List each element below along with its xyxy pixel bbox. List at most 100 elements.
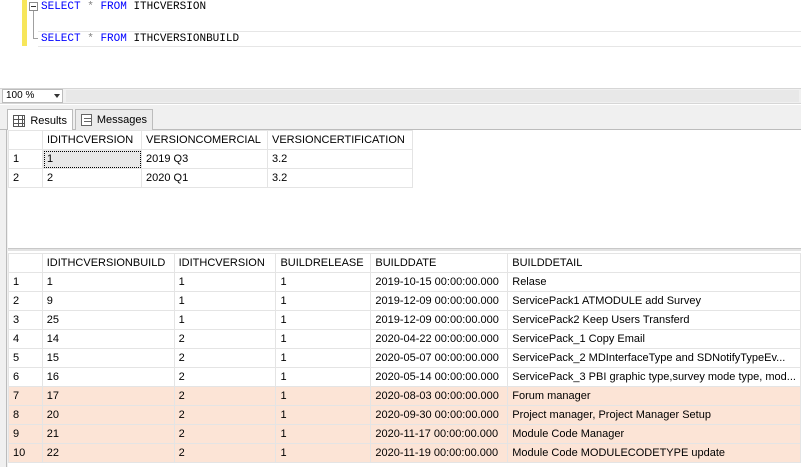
table-cell[interactable]: 15 (41, 348, 175, 368)
row-number[interactable]: 1 (8, 149, 43, 169)
table-cell[interactable]: 20 (41, 405, 175, 425)
table-row-highlighted[interactable]: 7 17 2 1 2020-08-03 00:00:00.000 Forum m… (8, 386, 801, 406)
table-cell[interactable]: 14 (41, 329, 175, 349)
table-cell[interactable]: 21 (41, 424, 175, 444)
table-row[interactable]: 1 1 2019 Q3 3.2 (8, 149, 413, 169)
table-cell[interactable]: ServicePack_3 PBI graphic type,survey mo… (507, 367, 801, 387)
table-cell[interactable]: ServicePack_1 Copy Email (507, 329, 801, 349)
table-cell[interactable]: 2020-11-19 00:00:00.000 (370, 443, 509, 463)
table-cell[interactable]: 25 (41, 310, 175, 330)
table-cell[interactable]: 1 (275, 348, 372, 368)
table-row[interactable]: 1 1 1 1 2019-10-15 00:00:00.000 Relase (8, 272, 801, 292)
zoom-dropdown[interactable]: 100 % (2, 89, 63, 103)
column-header[interactable]: BUILDDETAIL (507, 253, 801, 273)
row-number[interactable]: 8 (8, 405, 43, 425)
column-header[interactable]: IDITHCVERSION (42, 130, 142, 150)
row-number[interactable]: 4 (8, 329, 43, 349)
table-cell[interactable]: 2019 Q3 (141, 149, 268, 169)
table-cell[interactable]: 1 (173, 310, 277, 330)
table-cell[interactable]: 1 (275, 310, 372, 330)
table-cell[interactable]: 1 (275, 329, 372, 349)
table-cell[interactable]: 1 (275, 424, 372, 444)
table-row[interactable]: 6 16 2 1 2020-05-14 00:00:00.000 Service… (8, 367, 801, 387)
table-cell[interactable]: 3.2 (267, 168, 413, 188)
horizontal-scrollbar[interactable] (66, 90, 799, 102)
table-cell[interactable]: 1 (42, 149, 142, 169)
code-line-2[interactable]: SELECT * FROM ITHCVERSIONBUILD (41, 33, 239, 45)
table-cell[interactable]: 2019-10-15 00:00:00.000 (370, 272, 509, 292)
results-table-1[interactable]: IDITHCVERSION VERSIONCOMERCIAL VERSIONCE… (8, 130, 413, 188)
table-row-highlighted[interactable]: 8 20 2 1 2020-09-30 00:00:00.000 Project… (8, 405, 801, 425)
table-cell[interactable]: 2 (42, 168, 142, 188)
collapse-icon[interactable] (29, 2, 38, 11)
table-cell[interactable]: 2020 Q1 (141, 168, 268, 188)
table-cell[interactable]: 2020-04-22 00:00:00.000 (370, 329, 509, 349)
query-editor[interactable]: SELECT * FROM ITHCVERSION SELECT * FROM … (0, 0, 801, 88)
table-cell[interactable]: 2020-08-03 00:00:00.000 (370, 386, 509, 406)
table-cell[interactable]: 2019-12-09 00:00:00.000 (370, 291, 509, 311)
result-grid-1[interactable]: IDITHCVERSION VERSIONCOMERCIAL VERSIONCE… (8, 130, 801, 248)
table-cell[interactable]: 16 (41, 367, 175, 387)
table-cell[interactable]: 2 (173, 348, 277, 368)
grid-corner[interactable] (8, 253, 43, 273)
table-row[interactable]: 4 14 2 1 2020-04-22 00:00:00.000 Service… (8, 329, 801, 349)
table-cell[interactable]: 1 (173, 291, 277, 311)
table-cell[interactable]: 2 (173, 424, 277, 444)
row-number[interactable]: 10 (8, 443, 43, 463)
row-number[interactable]: 3 (8, 310, 43, 330)
table-cell[interactable]: 1 (275, 386, 372, 406)
results-table-2[interactable]: IDITHCVERSIONBUILD IDITHCVERSION BUILDRE… (8, 253, 801, 463)
table-cell[interactable]: 2 (173, 386, 277, 406)
column-header[interactable]: IDITHCVERSION (173, 253, 277, 273)
table-cell[interactable]: 17 (41, 386, 175, 406)
table-row[interactable]: 5 15 2 1 2020-05-07 00:00:00.000 Service… (8, 348, 801, 368)
table-cell[interactable]: 2 (173, 329, 277, 349)
table-cell[interactable]: 2019-12-09 00:00:00.000 (370, 310, 509, 330)
tab-messages[interactable]: Messages (75, 109, 153, 130)
table-cell[interactable]: 2020-11-17 00:00:00.000 (370, 424, 509, 444)
table-row[interactable]: 2 2 2020 Q1 3.2 (8, 168, 413, 188)
table-cell[interactable]: 2 (173, 443, 277, 463)
row-number[interactable]: 9 (8, 424, 43, 444)
table-cell[interactable]: 3.2 (267, 149, 413, 169)
table-cell[interactable]: ServicePack1 ATMODULE add Survey (507, 291, 801, 311)
result-grid-2[interactable]: IDITHCVERSIONBUILD IDITHCVERSION BUILDRE… (8, 251, 801, 467)
table-cell[interactable]: Module Code MODULECODETYPE update (507, 443, 801, 463)
table-cell[interactable]: Relase (507, 272, 801, 292)
table-cell[interactable]: 1 (275, 367, 372, 387)
table-cell[interactable]: 2 (173, 367, 277, 387)
table-cell[interactable]: 1 (275, 443, 372, 463)
table-cell[interactable]: 1 (275, 272, 372, 292)
table-cell[interactable]: 9 (41, 291, 175, 311)
table-cell[interactable]: 22 (41, 443, 175, 463)
row-number[interactable]: 5 (8, 348, 43, 368)
table-cell[interactable]: 1 (275, 405, 372, 425)
code-line-1[interactable]: SELECT * FROM ITHCVERSION (41, 1, 206, 13)
table-cell[interactable]: ServicePack_2 MDInterfaceType and SDNoti… (507, 348, 801, 368)
grid-corner[interactable] (8, 130, 43, 150)
table-cell[interactable]: 1 (275, 291, 372, 311)
table-cell[interactable]: ServicePack2 Keep Users Transferd (507, 310, 801, 330)
table-cell[interactable]: 2020-05-07 00:00:00.000 (370, 348, 509, 368)
column-header[interactable]: BUILDRELEASE (275, 253, 372, 273)
column-header[interactable]: IDITHCVERSIONBUILD (41, 253, 175, 273)
column-header[interactable]: BUILDDATE (370, 253, 509, 273)
table-cell[interactable]: Project manager, Project Manager Setup (507, 405, 801, 425)
row-number[interactable]: 1 (8, 272, 43, 292)
row-number[interactable]: 7 (8, 386, 43, 406)
table-cell[interactable]: 1 (41, 272, 175, 292)
table-row-highlighted[interactable]: 9 21 2 1 2020-11-17 00:00:00.000 Module … (8, 424, 801, 444)
table-row[interactable]: 2 9 1 1 2019-12-09 00:00:00.000 ServiceP… (8, 291, 801, 311)
column-header[interactable]: VERSIONCERTIFICATION (267, 130, 413, 150)
table-row-highlighted[interactable]: 10 22 2 1 2020-11-19 00:00:00.000 Module… (8, 443, 801, 463)
chevron-down-icon[interactable] (54, 94, 60, 98)
table-cell[interactable]: 2020-09-30 00:00:00.000 (370, 405, 509, 425)
table-cell[interactable]: Forum manager (507, 386, 801, 406)
row-number[interactable]: 6 (8, 367, 43, 387)
table-cell[interactable]: Module Code Manager (507, 424, 801, 444)
table-row[interactable]: 3 25 1 1 2019-12-09 00:00:00.000 Service… (8, 310, 801, 330)
tab-results[interactable]: Results (7, 109, 73, 131)
row-number[interactable]: 2 (8, 168, 43, 188)
table-cell[interactable]: 2020-05-14 00:00:00.000 (370, 367, 509, 387)
row-number[interactable]: 2 (8, 291, 43, 311)
